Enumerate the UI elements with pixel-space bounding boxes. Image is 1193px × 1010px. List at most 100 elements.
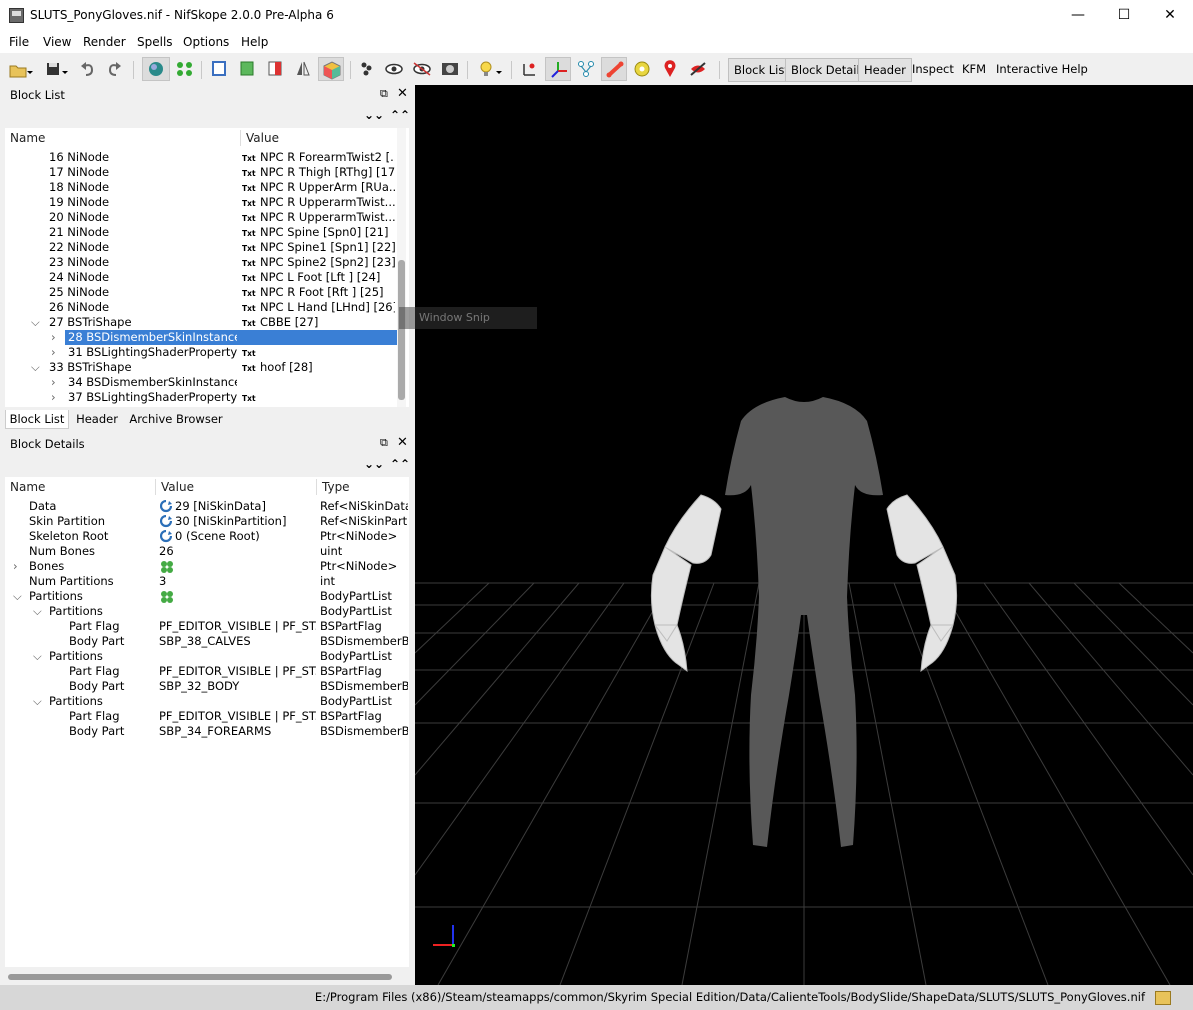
- detail-row[interactable]: › Bones Ptr<NiNode>: [5, 559, 409, 574]
- textured-icon[interactable]: [318, 57, 344, 81]
- top-view-icon[interactable]: [235, 57, 259, 81]
- tab-block-list[interactable]: Block List: [5, 410, 69, 429]
- scrollbar-thumb[interactable]: [8, 974, 392, 980]
- bones-icon[interactable]: [601, 57, 627, 81]
- marker-icon[interactable]: [659, 57, 681, 81]
- menu-options[interactable]: Options: [183, 35, 229, 49]
- detail-row[interactable]: Num Partitions 3 int: [5, 574, 409, 589]
- redo-icon[interactable]: [104, 57, 124, 81]
- block-list-row[interactable]: 25 NiNode Txt NPC R Foot [Rft ] [25]: [5, 285, 397, 300]
- detail-row[interactable]: Skin Partition 30 [NiSkinPartition] Ref<Ni…: [5, 514, 409, 529]
- block-list-row[interactable]: 16 NiNode Txt NPC R ForearmTwist2 [...: [5, 150, 397, 165]
- menu-spells[interactable]: Spells: [137, 35, 173, 49]
- column-header-type[interactable]: Type: [322, 477, 350, 497]
- vertex-icon[interactable]: [356, 57, 378, 81]
- block-list-row[interactable]: ⌵ 33 BSTriShape Txt hoof [28]: [5, 360, 397, 375]
- detail-row[interactable]: Part Flag PF_EDITOR_VISIBLE | PF_ST... BSP…: [5, 664, 409, 679]
- detail-row[interactable]: Part Flag PF_EDITOR_VISIBLE | PF_ST... BSP…: [5, 619, 409, 634]
- expand-toggle-icon[interactable]: ›: [51, 375, 56, 390]
- tab-header[interactable]: Header: [69, 410, 125, 429]
- column-header-name[interactable]: Name: [10, 477, 45, 497]
- field-value[interactable]: PF_EDITOR_VISIBLE | PF_ST...: [159, 709, 316, 724]
- block-list-tree[interactable]: Name Value 16 NiNode Txt NPC R ForearmTwis…: [5, 128, 409, 407]
- menu-help[interactable]: Help: [241, 35, 268, 49]
- expand-all-details-icon[interactable]: ⌃⌃: [390, 457, 410, 471]
- block-details-tree[interactable]: Name Value Type Data 29 [NiSkinData] Ref<N…: [5, 477, 409, 967]
- menu-file[interactable]: File: [9, 35, 29, 49]
- expand-toggle-icon[interactable]: ⌵: [31, 315, 40, 330]
- expand-toggle-icon[interactable]: ›: [51, 390, 56, 405]
- save-icon[interactable]: [44, 57, 72, 81]
- collapse-all-details-icon[interactable]: ⌄⌄: [364, 457, 384, 471]
- block-list-row[interactable]: 21 NiNode Txt NPC Spine [Spn0] [21]: [5, 225, 397, 240]
- field-value[interactable]: SBP_38_CALVES: [159, 634, 316, 649]
- target-icon[interactable]: [631, 57, 653, 81]
- close-window-button[interactable]: ✕: [1147, 0, 1193, 31]
- block-list-row[interactable]: › 28 BSDismemberSkinInstance: [5, 330, 397, 345]
- eye-icon[interactable]: [382, 57, 406, 81]
- float-block-list-button[interactable]: ⧉: [380, 87, 388, 101]
- detail-row[interactable]: Skeleton Root 0 (Scene Root) Ptr<NiNode>: [5, 529, 409, 544]
- maximize-button[interactable]: ☐: [1101, 0, 1147, 31]
- expand-toggle-icon[interactable]: ›: [13, 559, 18, 574]
- details-horizontal-scrollbar[interactable]: [5, 972, 409, 982]
- expand-toggle-icon[interactable]: ⌵: [33, 604, 42, 619]
- interactive-help-toggle[interactable]: Interactive Help: [991, 58, 1093, 82]
- detail-row[interactable]: ⌵ Partitions BodyPartList: [5, 694, 409, 709]
- detail-row[interactable]: ⌵ Partitions BodyPartList: [5, 649, 409, 664]
- undo-icon[interactable]: [78, 57, 98, 81]
- expand-all-icon[interactable]: ⌃⌃: [390, 108, 410, 122]
- block-list-row[interactable]: 20 NiNode Txt NPC R UpperarmTwist...: [5, 210, 397, 225]
- field-value[interactable]: SBP_34_FOREARMS: [159, 724, 316, 739]
- detail-row[interactable]: Body Part SBP_38_CALVES BSDismemberB...: [5, 634, 409, 649]
- detail-row[interactable]: Part Flag PF_EDITOR_VISIBLE | PF_ST... BSP…: [5, 709, 409, 724]
- field-value[interactable]: 29 [NiSkinData]: [175, 499, 316, 514]
- render-viewport[interactable]: [415, 85, 1193, 985]
- block-list-row[interactable]: › 37 BSLightingShaderProperty Txt: [5, 390, 397, 405]
- expand-toggle-icon[interactable]: ⌵: [31, 360, 40, 375]
- globe-icon[interactable]: [142, 57, 170, 81]
- front-view-icon[interactable]: [207, 57, 231, 81]
- inspect-toggle[interactable]: Inspect: [907, 58, 959, 82]
- field-value[interactable]: 0 (Scene Root): [175, 529, 316, 544]
- scrollbar-thumb[interactable]: [398, 260, 405, 400]
- block-list-row[interactable]: 24 NiNode Txt NPC L Foot [Lft ] [24]: [5, 270, 397, 285]
- menu-view[interactable]: View: [43, 35, 71, 49]
- block-list-scrollbar[interactable]: [397, 128, 406, 407]
- expand-toggle-icon[interactable]: ⌵: [33, 694, 42, 709]
- field-value[interactable]: 3: [159, 574, 316, 589]
- block-list-row[interactable]: › 31 BSLightingShaderProperty Txt: [5, 345, 397, 360]
- expand-toggle-icon[interactable]: ⌵: [13, 589, 22, 604]
- detail-row[interactable]: Body Part SBP_32_BODY BSDismemberB...: [5, 679, 409, 694]
- field-value[interactable]: 26: [159, 544, 316, 559]
- block-list-row[interactable]: 18 NiNode Txt NPC R UpperArm [RUa...: [5, 180, 397, 195]
- nodes-icon[interactable]: [174, 57, 196, 81]
- menu-render[interactable]: Render: [83, 35, 126, 49]
- field-value[interactable]: PF_EDITOR_VISIBLE | PF_ST...: [159, 619, 316, 634]
- detail-row[interactable]: Num Bones 26 uint: [5, 544, 409, 559]
- block-list-row[interactable]: › 34 BSDismemberSkinInstance: [5, 375, 397, 390]
- axes-toggle-icon[interactable]: [545, 57, 571, 81]
- collapse-all-icon[interactable]: ⌄⌄: [364, 108, 384, 122]
- expand-toggle-icon[interactable]: ›: [51, 345, 56, 360]
- folder-icon[interactable]: [1155, 991, 1171, 1005]
- header-toggle[interactable]: Header: [858, 58, 912, 82]
- open-icon[interactable]: [7, 57, 37, 81]
- block-list-row[interactable]: 17 NiNode Txt NPC R Thigh [RThg] [17]: [5, 165, 397, 180]
- detail-row[interactable]: ⌵ Partitions BodyPartList: [5, 589, 409, 604]
- detail-row[interactable]: Data 29 [NiSkinData] Ref<NiSkinData>: [5, 499, 409, 514]
- expand-toggle-icon[interactable]: ⌵: [33, 649, 42, 664]
- axes-icon[interactable]: [517, 57, 541, 81]
- block-list-row[interactable]: ⌵ 27 BSTriShape Txt CBBE [27]: [5, 315, 397, 330]
- eye-hidden-icon[interactable]: [410, 57, 434, 81]
- field-value[interactable]: 30 [NiSkinPartition]: [175, 514, 316, 529]
- detail-row[interactable]: ⌵ Partitions BodyPartList: [5, 604, 409, 619]
- column-header-value[interactable]: Value: [161, 477, 194, 497]
- branch-icon[interactable]: [575, 57, 597, 81]
- field-value[interactable]: PF_EDITOR_VISIBLE | PF_ST...: [159, 664, 316, 679]
- hide-icon[interactable]: [686, 57, 710, 81]
- screenshot-icon[interactable]: [438, 57, 462, 81]
- close-block-details-button[interactable]: ✕: [397, 435, 408, 450]
- block-list-row[interactable]: 23 NiNode Txt NPC Spine2 [Spn2] [23]: [5, 255, 397, 270]
- float-block-details-button[interactable]: ⧉: [380, 436, 388, 450]
